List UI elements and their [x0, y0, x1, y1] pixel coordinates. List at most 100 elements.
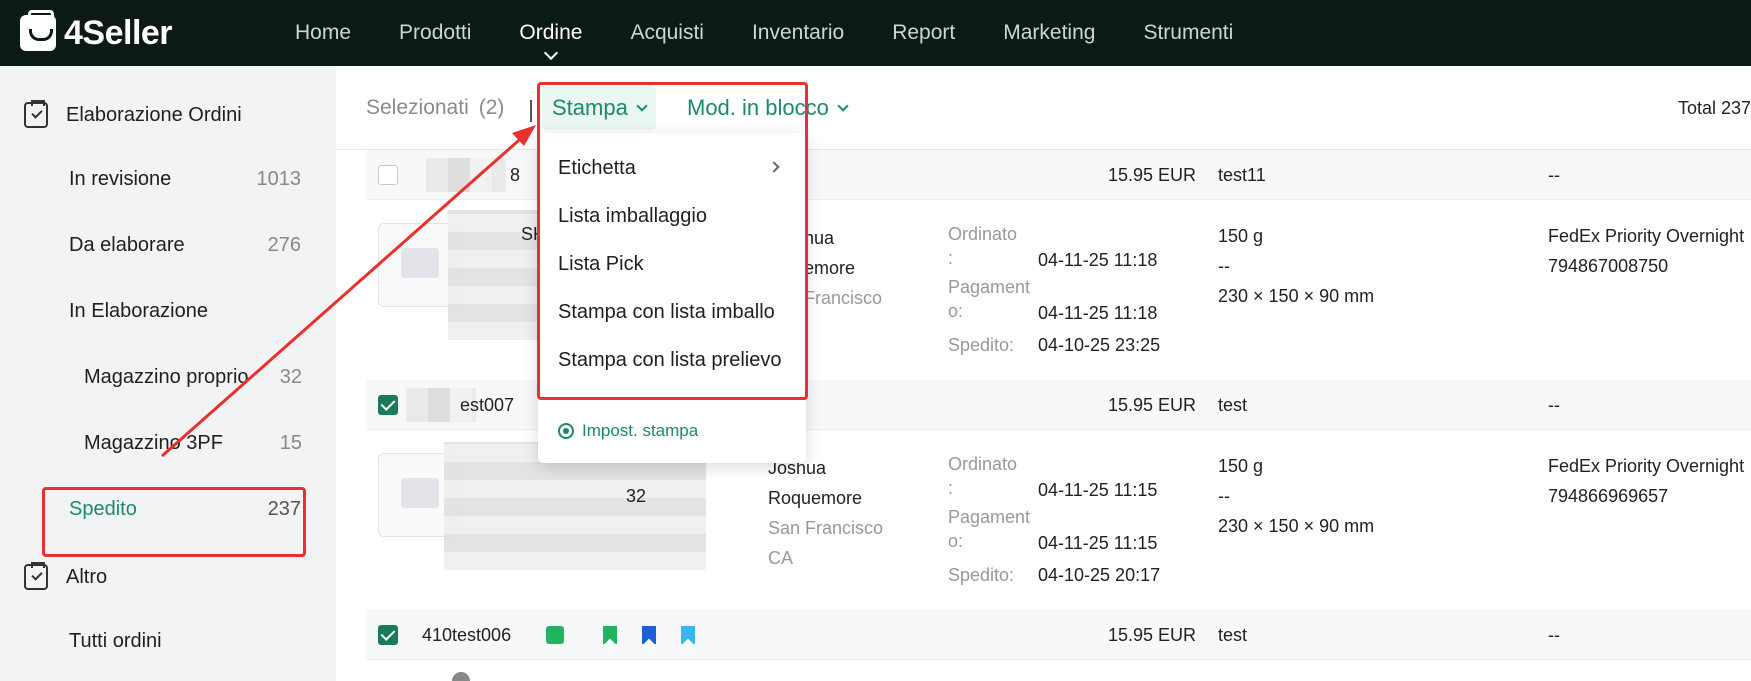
package-weight-dash: --	[1218, 486, 1230, 506]
order-store: test	[1218, 625, 1248, 645]
ordered-label: Ordinato	[948, 454, 1018, 474]
sidebar-item-label: In revisione	[69, 168, 172, 190]
order-checkbox[interactable]	[378, 395, 398, 415]
sidebar-item-label: Magazzino 3PF	[84, 432, 223, 454]
buyer-city: San Francisco	[768, 518, 884, 538]
sidebar-item-count: 1013	[256, 168, 302, 190]
order-store: test11	[1218, 165, 1266, 185]
selected-label: Selezionati	[366, 96, 469, 119]
order-tracking-dash: --	[1548, 625, 1560, 645]
shipped-label: Spedito:	[948, 565, 1015, 585]
tracking-number[interactable]: 794867008750	[1548, 256, 1668, 277]
ordered-colon: :	[948, 248, 954, 268]
order-amount: 15.95 EUR	[1108, 165, 1197, 185]
shipped-time: 04-10-25 23:25	[1038, 335, 1161, 355]
ordered-colon: :	[948, 478, 954, 498]
order-id[interactable]: est007	[460, 395, 514, 416]
buyer-last-name: emore	[804, 258, 856, 278]
nav-item-prodotti[interactable]: Prodotti	[399, 0, 471, 66]
sidebar-group-altro[interactable]: Altro	[24, 562, 108, 590]
paid-time: 04-11-25 11:15	[1038, 533, 1158, 553]
paid-label: Pagament	[948, 277, 1031, 297]
sidebar-item-tutti-ordini[interactable]: Tutti ordini	[69, 630, 301, 653]
sidebar-group-label: Elaborazione Ordini	[66, 103, 242, 126]
order-header-row: 410test006 15.95 EUR test --	[366, 610, 1751, 660]
order-amount: 15.95 EUR	[1108, 395, 1197, 415]
shipped-time: 04-10-25 20:17	[1038, 565, 1161, 585]
bookmark-lightblue-icon[interactable]	[681, 626, 695, 644]
order-id[interactable]: 410test006	[422, 625, 511, 646]
package-weight: 150 g	[1218, 456, 1264, 476]
nav-item-report[interactable]: Report	[892, 0, 955, 66]
buyer-last-name: Roquemore	[768, 488, 863, 508]
ordered-time: 04-11-25 11:15	[1038, 480, 1158, 500]
carrier-name: FedEx Priority Overnight	[1548, 226, 1745, 246]
sidebar-item-label: Da elaborare	[69, 234, 185, 256]
order-checkbox[interactable]	[378, 165, 398, 185]
print-settings-label: Impost. stampa	[582, 421, 699, 440]
nav-menu: Home Prodotti Ordine Acquisti Inventario…	[295, 0, 1281, 66]
buyer-first-name: hua	[804, 228, 835, 248]
logo-text: 4Seller	[64, 13, 173, 52]
logo[interactable]: 4Seller	[20, 10, 250, 53]
buyer-state: CA	[768, 548, 794, 568]
order-store: test	[1218, 395, 1248, 415]
sidebar-item-label: Magazzino proprio	[84, 366, 249, 388]
package-weight: 150 g	[1218, 226, 1264, 246]
sidebar-item-magazzino-3pf[interactable]: Magazzino 3PF 15	[84, 432, 302, 455]
order-tracking-dash: --	[1548, 395, 1560, 415]
nav-item-acquisti[interactable]: Acquisti	[630, 0, 704, 66]
sidebar-group-label: Altro	[66, 565, 108, 588]
logo-bag-icon	[20, 10, 56, 51]
clipboard-check-icon	[24, 562, 48, 590]
bookmark-green-icon[interactable]	[603, 626, 617, 644]
nav-item-home[interactable]: Home	[295, 0, 351, 66]
total-count: Total 237	[1677, 98, 1751, 118]
annotation-highlight-print-menu	[537, 82, 808, 400]
buyer-city: Francisco	[804, 288, 883, 308]
order-id[interactable]: 8	[510, 165, 520, 186]
paid-time: 04-11-25 11:18	[1038, 303, 1158, 323]
product-sku: 32	[626, 486, 647, 506]
message-icon[interactable]	[546, 626, 564, 644]
selected-indicator: Selezionati (2)	[366, 96, 504, 120]
paid-label: Pagament	[948, 507, 1031, 527]
nav-item-strumenti[interactable]: Strumenti	[1143, 0, 1233, 66]
nav-item-inventario[interactable]: Inventario	[752, 0, 844, 66]
order-tracking-dash: --	[1548, 165, 1560, 185]
nav-item-ordine[interactable]: Ordine	[519, 0, 582, 66]
bookmark-blue-icon[interactable]	[642, 626, 656, 644]
clipboard-check-icon	[24, 100, 48, 128]
sidebar-item-count: 15	[279, 432, 302, 454]
tracking-number[interactable]: 794866969657	[1548, 486, 1668, 507]
package-dimensions: 230 × 150 × 90 mm	[1218, 286, 1375, 306]
nav-item-marketing[interactable]: Marketing	[1003, 0, 1095, 66]
redacted-area	[426, 158, 506, 192]
sidebar-item-magazzino-proprio[interactable]: Magazzino proprio 32	[84, 366, 302, 389]
order-amount: 15.95 EUR	[1108, 625, 1197, 645]
selected-count: (2)	[478, 96, 505, 119]
package-dimensions: 230 × 150 × 90 mm	[1218, 516, 1375, 536]
shipped-label: Spedito:	[948, 335, 1015, 355]
ordered-label: Ordinato	[948, 224, 1018, 244]
sidebar-item-label: In Elaborazione	[69, 300, 208, 322]
sidebar-item-da-elaborare[interactable]: Da elaborare 276	[69, 234, 301, 257]
paid-label-2: o:	[948, 531, 964, 551]
print-settings-link[interactable]: Impost. stampa	[558, 421, 698, 441]
chevron-down-icon	[543, 45, 558, 61]
gear-icon	[558, 423, 574, 439]
sidebar-group-elaborazione[interactable]: Elaborazione Ordini	[24, 100, 242, 128]
chevron-down-icon	[837, 99, 849, 112]
order-checkbox[interactable]	[378, 625, 398, 645]
ordered-time: 04-11-25 11:18	[1038, 250, 1158, 270]
paid-label-2: o:	[948, 301, 964, 321]
sidebar-item-count: 32	[279, 366, 302, 388]
carrier-name: FedEx Priority Overnight	[1548, 456, 1745, 476]
sidebar-item-count: 276	[267, 234, 301, 256]
nav-item-ordine-label: Ordine	[519, 21, 583, 44]
top-nav: 4Seller Home Prodotti Ordine Acquisti In…	[0, 0, 1751, 66]
toolbar-separator	[530, 100, 532, 122]
sidebar: Elaborazione Ordini In revisione 1013 Da…	[0, 66, 336, 681]
sidebar-item-in-revisione[interactable]: In revisione 1013	[69, 168, 301, 191]
sidebar-item-in-elaborazione[interactable]: In Elaborazione	[69, 300, 301, 323]
